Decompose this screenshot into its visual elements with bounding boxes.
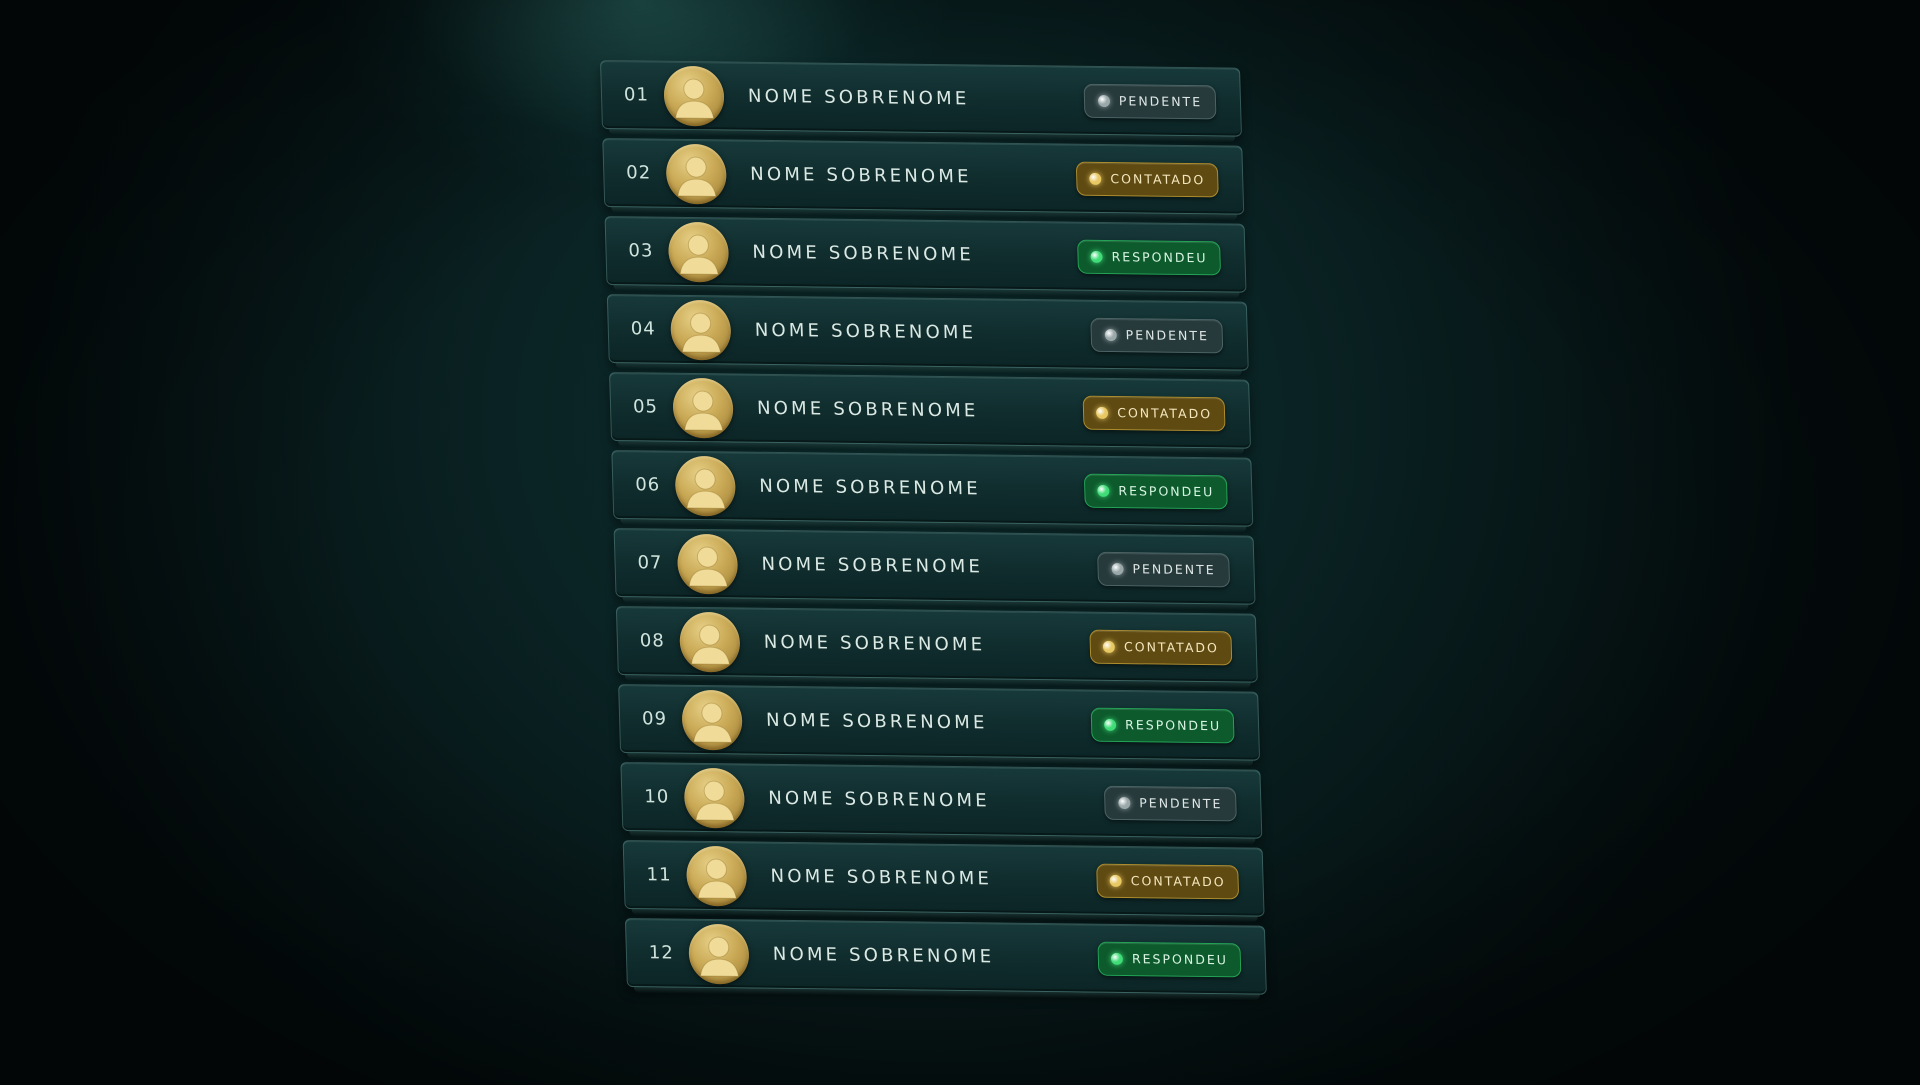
- contact-name: NOME SOBRENOME: [747, 85, 970, 110]
- status-badge-respondeu[interactable]: RESPONDEU: [1097, 941, 1242, 977]
- contact-row-11[interactable]: 11 NOME SOBRENOME CONTATADO: [622, 840, 1265, 917]
- row-number: 06: [635, 474, 661, 496]
- user-silhouette-icon: [695, 780, 735, 821]
- user-silhouette-icon: [677, 156, 717, 197]
- status-badge-contatado[interactable]: CONTATADO: [1089, 629, 1233, 665]
- user-silhouette-icon: [686, 468, 726, 509]
- status-dot-icon: [1102, 640, 1116, 653]
- contact-name: NOME SOBRENOME: [756, 397, 979, 422]
- user-silhouette-icon: [684, 390, 724, 431]
- status-dot-icon: [1104, 328, 1117, 341]
- user-silhouette-icon: [690, 624, 731, 665]
- row-number: 12: [648, 942, 675, 964]
- contact-name: NOME SOBRENOME: [770, 865, 993, 890]
- user-silhouette-icon: [697, 858, 737, 899]
- user-silhouette-icon: [688, 546, 728, 587]
- user-silhouette-icon: [693, 702, 733, 743]
- contact-row-09[interactable]: 09 NOME SOBRENOME RESPONDEU: [618, 684, 1261, 761]
- status-label: RESPONDEU: [1124, 717, 1222, 734]
- contact-name: NOME SOBRENOME: [763, 631, 986, 656]
- status-label: PENDENTE: [1139, 795, 1223, 812]
- status-label: RESPONDEU: [1131, 951, 1229, 968]
- user-avatar-icon: [672, 377, 734, 438]
- row-number: 02: [625, 162, 652, 184]
- status-badge-respondeu[interactable]: RESPONDEU: [1077, 239, 1222, 275]
- status-dot-icon: [1104, 718, 1117, 731]
- user-silhouette-icon: [681, 312, 722, 353]
- row-number: 09: [641, 708, 668, 730]
- contact-row-07[interactable]: 07 NOME SOBRENOME PENDENTE: [613, 528, 1256, 605]
- contact-name: NOME SOBRENOME: [765, 709, 988, 734]
- contact-row-05[interactable]: 05 NOME SOBRENOME CONTATADO: [609, 372, 1252, 449]
- contact-row-04[interactable]: 04 NOME SOBRENOME PENDENTE: [606, 294, 1249, 371]
- status-badge-contatado[interactable]: CONTATADO: [1082, 395, 1226, 431]
- status-badge-pendente[interactable]: PENDENTE: [1090, 317, 1224, 353]
- user-avatar-icon: [688, 923, 750, 984]
- contact-list: 01 NOME SOBRENOME PENDENTE 02 NOME SOBRE…: [600, 60, 1267, 1004]
- status-badge-respondeu[interactable]: RESPONDEU: [1090, 707, 1235, 743]
- contact-row-12[interactable]: 12 NOME SOBRENOME RESPONDEU: [624, 918, 1267, 995]
- status-badge-respondeu[interactable]: RESPONDEU: [1083, 473, 1228, 509]
- contact-row-08[interactable]: 08 NOME SOBRENOME CONTATADO: [615, 606, 1258, 683]
- row-number: 05: [632, 396, 659, 418]
- status-label: PENDENTE: [1125, 327, 1210, 344]
- status-dot-icon: [1109, 874, 1122, 887]
- row-number: 01: [623, 84, 650, 106]
- status-dot-icon: [1118, 796, 1131, 809]
- status-label: PENDENTE: [1118, 93, 1203, 110]
- status-badge-contatado[interactable]: CONTATADO: [1096, 863, 1240, 899]
- status-label: PENDENTE: [1132, 561, 1216, 578]
- contact-name: NOME SOBRENOME: [749, 163, 972, 188]
- user-avatar-icon: [663, 65, 725, 126]
- user-avatar-icon: [674, 455, 737, 516]
- status-dot-icon: [1089, 172, 1102, 185]
- status-dot-icon: [1097, 94, 1111, 107]
- user-avatar-icon: [681, 689, 743, 750]
- user-avatar-icon: [676, 533, 739, 594]
- status-dot-icon: [1097, 484, 1110, 497]
- row-number: 04: [630, 318, 656, 340]
- user-avatar-icon: [669, 299, 732, 360]
- user-avatar-icon: [667, 221, 730, 282]
- contact-name: NOME SOBRENOME: [754, 319, 977, 344]
- user-avatar-icon: [665, 143, 728, 204]
- user-avatar-icon: [685, 845, 748, 906]
- contact-name: NOME SOBRENOME: [772, 943, 995, 968]
- contact-list-panel: 01 NOME SOBRENOME PENDENTE 02 NOME SOBRE…: [600, 60, 1268, 1018]
- user-avatar-icon: [678, 611, 741, 672]
- contact-row-10[interactable]: 10 NOME SOBRENOME PENDENTE: [620, 762, 1263, 839]
- row-number: 08: [639, 630, 666, 652]
- status-dot-icon: [1110, 952, 1124, 965]
- status-badge-pendente[interactable]: PENDENTE: [1103, 785, 1237, 821]
- row-number: 03: [628, 240, 654, 262]
- contact-row-02[interactable]: 02 NOME SOBRENOME CONTATADO: [602, 138, 1245, 215]
- status-label: CONTATADO: [1130, 873, 1226, 890]
- contact-name: NOME SOBRENOME: [752, 241, 975, 266]
- contact-name: NOME SOBRENOME: [768, 787, 991, 812]
- user-silhouette-icon: [675, 78, 715, 119]
- row-number: 07: [637, 552, 663, 574]
- row-number: 11: [646, 864, 672, 886]
- status-badge-pendente[interactable]: PENDENTE: [1097, 551, 1231, 587]
- status-label: CONTATADO: [1110, 171, 1206, 188]
- contact-row-06[interactable]: 06 NOME SOBRENOME RESPONDEU: [611, 450, 1254, 527]
- status-label: CONTATADO: [1123, 639, 1220, 656]
- contact-name: NOME SOBRENOME: [761, 553, 984, 578]
- status-dot-icon: [1090, 250, 1103, 263]
- user-silhouette-icon: [679, 234, 719, 275]
- status-label: CONTATADO: [1116, 405, 1213, 422]
- row-number: 10: [644, 786, 670, 808]
- contact-name: NOME SOBRENOME: [759, 475, 982, 500]
- status-badge-pendente[interactable]: PENDENTE: [1083, 83, 1217, 119]
- user-silhouette-icon: [699, 936, 740, 977]
- user-avatar-icon: [683, 767, 746, 828]
- contact-row-01[interactable]: 01 NOME SOBRENOME PENDENTE: [600, 60, 1243, 137]
- status-label: RESPONDEU: [1111, 249, 1208, 266]
- contact-row-03[interactable]: 03 NOME SOBRENOME RESPONDEU: [604, 216, 1247, 293]
- status-badge-contatado[interactable]: CONTATADO: [1075, 161, 1219, 197]
- status-dot-icon: [1096, 406, 1109, 419]
- status-dot-icon: [1111, 562, 1124, 575]
- status-label: RESPONDEU: [1118, 483, 1215, 500]
